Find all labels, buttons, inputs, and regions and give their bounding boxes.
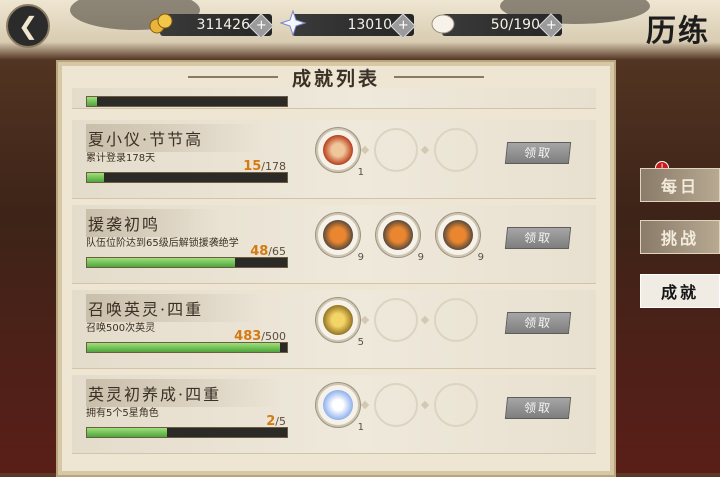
- claim-button[interactable]: 领取: [504, 397, 572, 419]
- divider-dot: [360, 400, 370, 410]
- achievement-name: 援袭初鸣: [86, 209, 221, 237]
- crystal-shard-icon: [323, 390, 353, 420]
- reward-slot[interactable]: 9: [436, 213, 484, 263]
- achievement-name: 召唤英灵·四重: [86, 294, 264, 322]
- summon-token-icon: [323, 305, 353, 335]
- achievement-desc: 队伍位阶达到65级后解锁援袭绝学: [86, 238, 239, 249]
- divider-dot: [420, 400, 430, 410]
- reward-qty: 5: [357, 337, 364, 348]
- resource-stamina: 50/190 +: [431, 12, 564, 39]
- achievement-panel: 成就列表 夏小仪·节节高 累计登录178天 15/178 1 领取 援袭初鸣 队…: [56, 60, 616, 477]
- divider-dot: [420, 145, 430, 155]
- add-stars-button[interactable]: +: [390, 13, 416, 39]
- achievement-name: 夏小仪·节节高: [86, 124, 264, 152]
- resource-coins: 311426 +: [149, 12, 274, 39]
- achievement-desc: 召唤500次英灵: [86, 323, 156, 334]
- divider-dot: [360, 145, 370, 155]
- list-item: 英灵初养成·四重 拥有5个5星角色 2/5 1 领取: [72, 375, 596, 454]
- reward-qty: 9: [417, 252, 424, 263]
- reward-slot-empty: [434, 383, 478, 427]
- claim-button[interactable]: 领取: [504, 227, 572, 249]
- reward-slot-empty: [434, 298, 478, 342]
- progress-bar: [86, 257, 288, 268]
- reward-slot[interactable]: 5: [316, 298, 364, 348]
- achievement-name: 英灵初养成·四重: [86, 379, 282, 407]
- add-stamina-button[interactable]: +: [538, 13, 564, 39]
- tab-daily[interactable]: 每日: [640, 168, 720, 202]
- reward-qty: 9: [477, 252, 484, 263]
- panel-title: 成就列表: [58, 64, 614, 90]
- screen-title: 历练: [646, 14, 710, 49]
- skill-book-icon: [323, 220, 353, 250]
- progress-bar: [86, 342, 288, 353]
- achievement-desc: 累计登录178天: [86, 153, 156, 164]
- progress-bar: [86, 427, 288, 438]
- reward-qty: 1: [357, 422, 364, 433]
- hero-portrait-icon: [323, 135, 353, 165]
- reward-slot[interactable]: 1: [316, 383, 364, 433]
- reward-qty: 1: [357, 167, 364, 178]
- coins-icon: [149, 13, 173, 34]
- claim-button[interactable]: 领取: [504, 312, 572, 334]
- reward-slot[interactable]: 1: [316, 128, 364, 178]
- list-item: 召唤英灵·四重 召唤500次英灵 483/500 5 领取: [72, 290, 596, 369]
- reward-slot-empty: [374, 128, 418, 172]
- reward-slot-empty: [374, 383, 418, 427]
- divider-dot: [360, 315, 370, 325]
- back-button[interactable]: ❮: [6, 4, 50, 48]
- achievement-desc: 拥有5个5星角色: [86, 408, 159, 419]
- claim-button[interactable]: 领取: [504, 142, 572, 164]
- add-coins-button[interactable]: +: [248, 13, 274, 39]
- list-item-partial: [72, 88, 596, 109]
- coins-value: 311426: [196, 17, 250, 33]
- stamina-value: 50/190: [490, 17, 540, 33]
- divider-dot: [420, 315, 430, 325]
- reward-slot[interactable]: 9: [316, 213, 364, 263]
- reward-slot[interactable]: 9: [376, 213, 424, 263]
- skill-book-icon: [443, 220, 473, 250]
- reward-qty: 9: [357, 252, 364, 263]
- resource-stars: 13010 +: [280, 10, 416, 39]
- back-arrow-icon: ❮: [17, 12, 39, 40]
- stamina-rice-icon: [431, 14, 455, 34]
- reward-slot-empty: [374, 298, 418, 342]
- tab-achievements[interactable]: 成就: [640, 274, 720, 308]
- skill-book-icon: [383, 220, 413, 250]
- star-crystal-icon: [280, 10, 306, 36]
- progress-bar: [86, 96, 288, 107]
- progress-bar: [86, 172, 288, 183]
- reward-slot-empty: [434, 128, 478, 172]
- tab-challenge[interactable]: 挑战: [640, 220, 720, 254]
- list-item: 夏小仪·节节高 累计登录178天 15/178 1 领取: [72, 120, 596, 199]
- stars-value: 13010: [347, 17, 392, 33]
- list-item: 援袭初鸣 队伍位阶达到65级后解锁援袭绝学 48/65 9 9 9 领取: [72, 205, 596, 284]
